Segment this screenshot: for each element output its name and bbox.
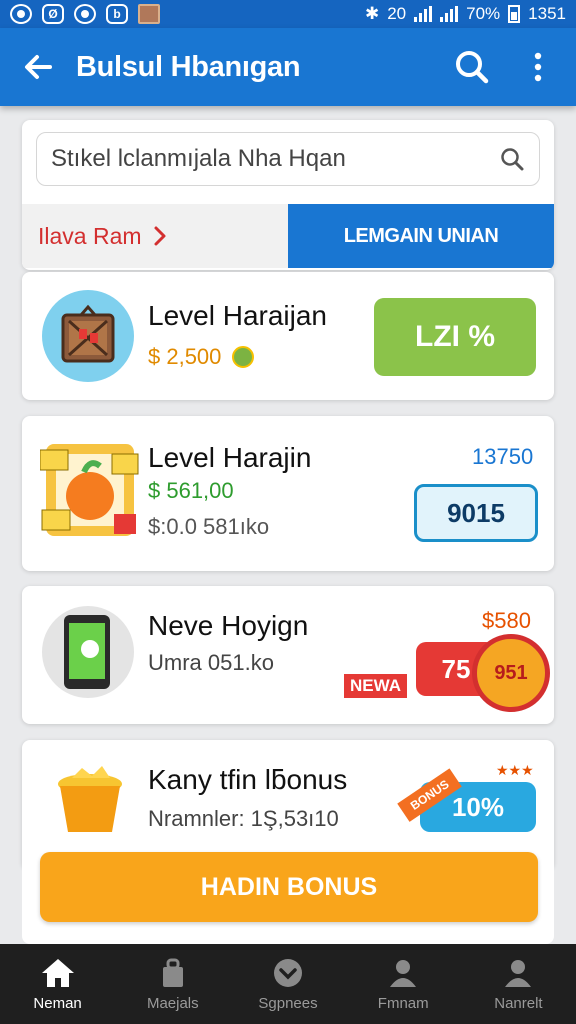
hadin-bonus-button[interactable]: HADIN BONUS <box>40 852 538 922</box>
nav-label: Maejals <box>146 994 199 1012</box>
nav-item-fmnam[interactable]: Fmnam <box>346 944 461 1024</box>
coin-icon <box>232 346 254 368</box>
page-title: Bulsul Hbanıgan <box>76 50 301 83</box>
image-notification-icon <box>138 4 160 24</box>
chevron-circle-icon <box>274 958 302 987</box>
item-subtext: Nramnler: 1Ş,53ı10 <box>148 806 339 831</box>
new-badge: NEWA <box>344 674 407 698</box>
tab-lemgain-unian[interactable]: LEMGAIN UNIAN <box>288 204 554 268</box>
profile-icon <box>505 959 532 987</box>
record-icon <box>74 4 96 24</box>
bag-icon <box>162 958 183 987</box>
item-price: $ 561,00 <box>148 478 234 503</box>
list-item[interactable]: Level Harajin $ 561,00 $:0.0 581ıko 1375… <box>22 416 554 571</box>
item-value: 13750 <box>472 444 534 469</box>
search-field-icon[interactable] <box>499 146 525 172</box>
arrow-left-icon <box>25 55 52 79</box>
signal-strength-2-icon <box>440 6 459 22</box>
search-input[interactable]: Stıkel lclanmıjala Nha Hqan <box>36 132 540 186</box>
stars-icon: ★★★ <box>496 762 534 778</box>
app-bar: Bulsul Hbanıgan <box>0 28 576 106</box>
more-vert-icon <box>534 52 542 82</box>
tab-row: Ilava Ram LEMGAIN UNIAN <box>22 204 554 268</box>
bluetooth-icon: ✱ <box>364 4 380 23</box>
gold-basket-icon <box>52 762 128 838</box>
tab-ilava-ram[interactable]: Ilava Ram <box>22 204 288 268</box>
status-bar: Ø b ✱ 20 70% 1351 <box>0 0 576 28</box>
item-title: Neve Hoyign <box>148 610 309 641</box>
back-button[interactable] <box>18 47 58 87</box>
notification-icons: Ø b <box>10 4 160 24</box>
list-item[interactable]: Neve Hoyign Umra 051.ko $580 NEWA 75 951 <box>22 586 554 724</box>
bottom-nav: Neman Maejals Sgpnees Fmnam Nanrelt <box>0 944 576 1024</box>
b-app-icon: b <box>106 4 128 24</box>
person-icon <box>390 959 417 987</box>
item-value: $580 <box>482 608 531 633</box>
signal-strength-icon <box>414 6 433 22</box>
nav-label: Fmnam <box>377 994 429 1012</box>
nav-label: Nanrelt <box>494 994 543 1012</box>
nav-item-neman[interactable]: Neman <box>0 944 115 1024</box>
list-item[interactable]: Level Haraijan $ 2,500 LZI % <box>22 272 554 400</box>
more-button[interactable] <box>518 47 558 87</box>
battery-icon <box>508 5 521 23</box>
percent-button[interactable]: 9015 <box>414 484 538 542</box>
nav-item-maejals[interactable]: Maejals <box>115 944 230 1024</box>
item-title: Level Harajin <box>148 442 312 473</box>
search-panel: Stıkel lclanmıjala Nha Hqan Ilava Ram LE… <box>22 120 554 270</box>
item-price: $ 2,500 <box>148 344 222 369</box>
nav-label: Neman <box>33 994 82 1012</box>
nav-label: Sgpnees <box>258 994 318 1012</box>
tab-ilava-ram-label: Ilava Ram <box>38 222 142 249</box>
item-subtext: Umra 051.ko <box>148 650 274 675</box>
system-icons: ✱ 20 70% 1351 <box>365 4 566 24</box>
search-icon <box>456 51 489 84</box>
nav-item-nanrelt[interactable]: Nanrelt <box>461 944 576 1024</box>
crate-icon <box>42 290 134 382</box>
item-title: Level Haraijan <box>148 300 327 331</box>
battery-percent: 70% <box>466 4 501 23</box>
item-subtext: $:0.0 581ıko <box>148 514 270 539</box>
home-icon <box>41 958 74 987</box>
seal-value: 951 <box>494 661 528 684</box>
search-button[interactable] <box>452 47 492 87</box>
signal-text: 20 <box>387 4 407 23</box>
app-notification-icon: Ø <box>42 4 64 24</box>
item-title: Kany tfin lƃonus <box>148 764 348 795</box>
nav-item-sgpnees[interactable]: Sgpnees <box>230 944 345 1024</box>
chevron-right-icon <box>154 226 166 246</box>
messenger-icon <box>10 4 32 24</box>
search-input-value: Stıkel lclanmıjala Nha Hqan <box>51 145 346 172</box>
fruit-tickets-icon <box>39 440 140 544</box>
discount-seal: 951 <box>472 634 550 712</box>
phone-icon <box>42 606 134 698</box>
percent-button[interactable]: LZI % <box>374 298 536 376</box>
clock: 1351 <box>528 4 566 23</box>
